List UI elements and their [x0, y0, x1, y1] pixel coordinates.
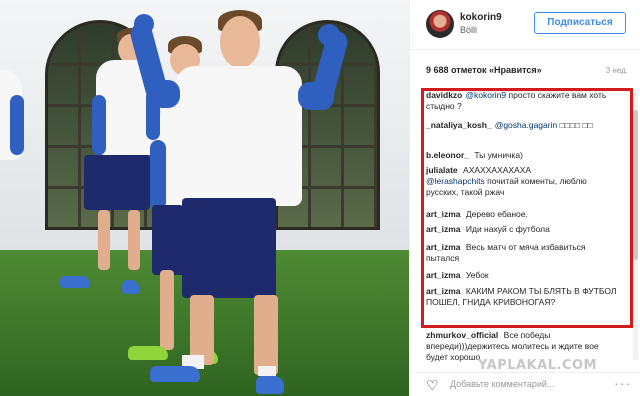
comments-list: davidkzo @kokorin9 просто скажите вам хот…	[410, 86, 640, 366]
more-dots-icon[interactable]: ···	[614, 375, 631, 391]
comment-author[interactable]: art_izma	[426, 242, 461, 252]
comment-item: art_izma Весь матч от мяча избавиться пы…	[426, 242, 618, 264]
comment-text: Иди нахуй с футбола	[465, 224, 550, 234]
heart-icon[interactable]: ♡	[426, 377, 442, 393]
comment-text: Ты умничка)	[474, 150, 523, 160]
comment-text: □□□□ □□	[559, 120, 593, 130]
add-comment-input[interactable]: Добавьте комментарий...	[450, 379, 554, 389]
comment-author[interactable]: julialate	[426, 165, 458, 175]
post-side-panel: kokorin9 Bölli Подписаться 9 688 отметок…	[409, 0, 640, 396]
comment-mention[interactable]: @kokorin9	[465, 90, 506, 100]
comment-author[interactable]: davidkzo	[426, 90, 462, 100]
comments-scrollbar-thumb[interactable]	[633, 110, 638, 260]
site-watermark: YAPLAKAL.COM	[478, 358, 597, 373]
comment-author[interactable]: art_izma	[426, 224, 461, 234]
follow-button[interactable]: Подписаться	[534, 12, 626, 34]
comment-item: b.eleonor_ Ты умничка)	[426, 150, 618, 161]
comment-item: _nataliya_kosh_ @gosha.gagarin □□□□ □□	[426, 120, 618, 131]
comment-text: Дерево ебаное.	[465, 209, 528, 219]
comment-mention[interactable]: @lerashapchits	[426, 176, 485, 186]
username-link[interactable]: kokorin9	[460, 12, 502, 23]
comment-item: art_izma Иди нахуй с футбола	[426, 224, 618, 235]
comment-item: davidkzo @kokorin9 просто скажите вам хот…	[426, 90, 618, 112]
post-footer: ♡ Добавьте комментарий... ···	[410, 372, 640, 396]
comment-text: АХАХХАХАХАХА	[463, 165, 532, 175]
comment-item: art_izma Дерево ебаное.	[426, 209, 618, 220]
comment-author[interactable]: b.eleonor_	[426, 150, 469, 160]
user-avatar[interactable]	[426, 10, 454, 38]
comment-author[interactable]: art_izma	[426, 270, 461, 280]
comment-author[interactable]: _nataliya_kosh_	[426, 120, 492, 130]
comment-author[interactable]: art_izma	[426, 286, 461, 296]
comment-author[interactable]: zhmurkov_official	[426, 330, 498, 340]
comment-mention[interactable]: @gosha.gagarin	[495, 120, 558, 130]
likes-count[interactable]: 9 688 отметок «Нравится»	[426, 65, 542, 75]
comment-author[interactable]: art_izma	[426, 209, 461, 219]
post-photo[interactable]	[0, 0, 409, 396]
post-header: kokorin9 Bölli Подписаться	[410, 0, 640, 50]
comment-item: art_izma Уебок	[426, 270, 618, 281]
location-link[interactable]: Bölli	[460, 25, 477, 35]
post-time[interactable]: 3 нед.	[606, 66, 628, 75]
comment-text: Уебок	[465, 270, 489, 280]
comment-item: art_izma КАКИМ РАКОМ ТЫ БЛЯТЬ В ФУТБОЛ П…	[426, 286, 618, 308]
comment-item: julialate АХАХХАХАХАХА @lerashapchits по…	[426, 165, 618, 198]
